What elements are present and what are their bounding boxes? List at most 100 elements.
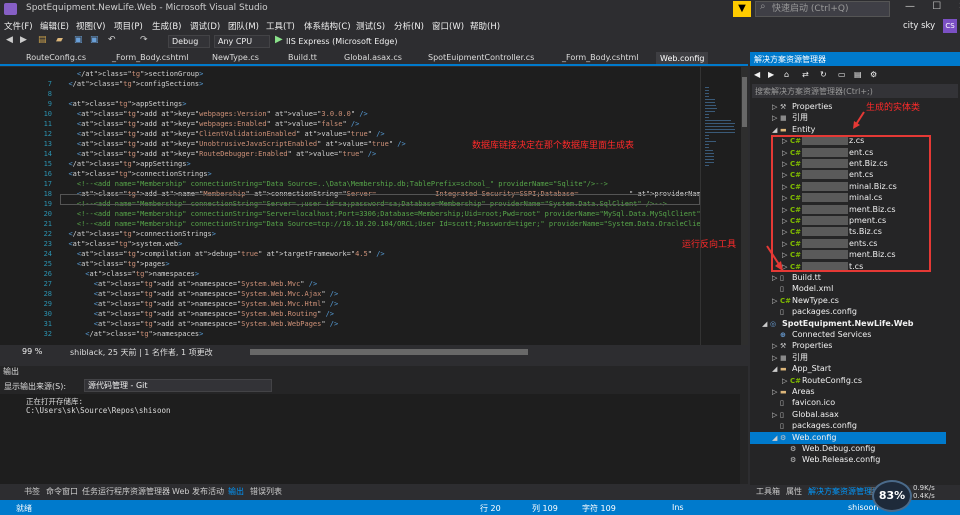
tree-item[interactable]: ◢ ▬ App_Start: [750, 363, 946, 375]
code-editor[interactable]: 7 8 9 10 11 12 13 14 15 16 17 18 19 20 21 22 23 24 25 26 27 2…: [0, 67, 700, 345]
start-debug-icon[interactable]: ▶: [275, 34, 283, 45]
tree-item[interactable]: ▷ ■ 引用: [750, 352, 946, 364]
expand-arrow-icon[interactable]: ▷: [772, 295, 780, 307]
expand-arrow-icon[interactable]: ▷: [772, 352, 780, 364]
home-icon[interactable]: ⌂: [784, 69, 789, 81]
tree-item[interactable]: ◢ ⚙ Web.config: [750, 431, 946, 444]
code-line[interactable]: <!--<add name="Membership" connectionStr…: [60, 220, 700, 228]
tab-task-runner[interactable]: 任务运行程序资源管理器: [82, 486, 170, 497]
code-line[interactable]: <!--<add name="Membership" connectionStr…: [60, 180, 608, 188]
undo-icon[interactable]: ↶: [108, 35, 116, 45]
code-line[interactable]: <at">class="tg">add at">key="webpages:En…: [60, 120, 359, 128]
code-line[interactable]: <!--<add name="Membership" connectionStr…: [60, 210, 700, 218]
menu-view[interactable]: 视图(V): [76, 20, 105, 32]
code-line[interactable]: <at">class="tg">add at">key="RouteDebugg…: [60, 150, 376, 158]
tree-item[interactable]: ◢ ▬ Entity: [750, 124, 946, 136]
code-line[interactable]: </at">class="tg">connectionStrings>: [60, 230, 216, 238]
code-line[interactable]: </at">class="tg">appSettings>: [60, 160, 190, 168]
output-source-select[interactable]: 源代码管理 - Git: [84, 379, 272, 392]
tab-build-tt[interactable]: Build.tt: [288, 53, 317, 62]
menu-project[interactable]: 项目(P): [114, 20, 143, 32]
menu-tools[interactable]: 工具(T): [266, 20, 295, 32]
tree-item[interactable]: ▯ Model.xml: [750, 283, 946, 295]
tab-global-asax[interactable]: Global.asax.cs: [344, 53, 402, 62]
menu-debug[interactable]: 调试(D): [190, 20, 220, 32]
menu-architecture[interactable]: 体系结构(C): [304, 20, 351, 32]
code-line[interactable]: <at">class="tg">add at">key="ClientValid…: [60, 130, 385, 138]
expand-arrow-icon[interactable]: ◢: [772, 363, 780, 375]
expand-arrow-icon[interactable]: ▷: [772, 112, 780, 124]
code-line[interactable]: </at">class="tg">sectionGroup>: [60, 70, 203, 78]
expand-arrow-icon[interactable]: ◢: [772, 124, 780, 136]
back-icon[interactable]: ◀: [6, 35, 13, 45]
code-line[interactable]: <at">class="tg">system.web>: [60, 240, 182, 248]
tree-item[interactable]: ▷ ▯ Build.tt: [750, 272, 946, 284]
expand-arrow-icon[interactable]: ▷: [772, 101, 780, 113]
expand-arrow-icon[interactable]: ▷: [782, 375, 790, 387]
code-line[interactable]: <at">class="tg">add at">namespace="Syste…: [60, 280, 317, 288]
sync-icon[interactable]: ⇄: [802, 69, 809, 81]
horizontal-scrollbar[interactable]: [250, 349, 528, 355]
redo-icon[interactable]: ↷: [140, 35, 148, 45]
tree-item[interactable]: ⚙ Web.Debug.config: [750, 443, 946, 455]
solution-search-input[interactable]: 搜索解决方案资源管理器(Ctrl+;): [752, 84, 958, 98]
menu-team[interactable]: 团队(M): [228, 20, 259, 32]
code-line[interactable]: </at">class="tg">namespaces>: [60, 330, 203, 338]
expand-arrow-icon[interactable]: ▷: [772, 386, 780, 398]
menu-help[interactable]: 帮助(H): [470, 20, 500, 32]
tree-item[interactable]: ▷ ⚒ Properties: [750, 340, 946, 352]
back-icon[interactable]: ◀: [754, 69, 760, 81]
menu-file[interactable]: 文件(F): [4, 20, 33, 32]
code-line[interactable]: <at">class="tg">add at">namespace="Syste…: [60, 290, 339, 298]
show-all-icon[interactable]: ▤: [854, 69, 862, 81]
properties-icon[interactable]: ⚙: [870, 69, 877, 81]
notification-filter-icon[interactable]: ▼: [733, 1, 751, 17]
tab-web-publish[interactable]: Web 发布活动: [172, 486, 224, 497]
tree-item[interactable]: ⚙ Web.Release.config: [750, 454, 946, 466]
code-line[interactable]: <at">class="tg">connectionStrings>: [60, 170, 211, 178]
expand-arrow-icon[interactable]: ▷: [772, 272, 780, 284]
code-line[interactable]: <at">class="tg">pages>: [60, 260, 170, 268]
tab-form-body-1[interactable]: _Form_Body.cshtml: [112, 53, 189, 62]
new-project-icon[interactable]: ▤: [38, 35, 47, 45]
code-line[interactable]: <at">class="tg">add at">key="Unobtrusive…: [60, 140, 406, 148]
code-line[interactable]: </at">class="tg">configSections>: [60, 80, 203, 88]
avatar[interactable]: CS: [943, 19, 957, 33]
tree-item[interactable]: ◢ ◎ SpotEquipment.NewLife.Web: [750, 318, 946, 330]
tab-toolbox[interactable]: 工具箱: [756, 486, 780, 497]
run-target-button[interactable]: IIS Express (Microsoft Edge): [286, 37, 397, 46]
tab-bookmarks[interactable]: 书签: [24, 486, 40, 497]
git-info[interactable]: shiblack, 25 天前 | 1 名作者, 1 项更改: [70, 347, 213, 358]
tab-routeconfig[interactable]: RouteConfig.cs: [26, 53, 86, 62]
menu-window[interactable]: 窗口(W): [432, 20, 464, 32]
expand-arrow-icon[interactable]: ◢: [762, 318, 770, 330]
tab-spoteuipment-controller[interactable]: SpotEuipmentController.cs: [428, 53, 534, 62]
tab-newtype[interactable]: NewType.cs: [212, 53, 259, 62]
platform-select[interactable]: Any CPU: [214, 35, 270, 48]
tab-command-window[interactable]: 命令窗口: [46, 486, 78, 497]
editor-vertical-scrollbar[interactable]: [741, 67, 748, 345]
tree-item[interactable]: ▷ ▯ Global.asax: [750, 409, 946, 421]
window-controls[interactable]: — ☐ ✕: [905, 1, 960, 12]
code-line[interactable]: <at">class="tg">add at">key="webpages:Ve…: [60, 110, 368, 118]
tab-output[interactable]: 输出: [228, 486, 244, 497]
refresh-icon[interactable]: ↻: [820, 69, 827, 81]
scroll-thumb[interactable]: [742, 77, 747, 127]
menu-analyze[interactable]: 分析(N): [394, 20, 424, 32]
minimize-icon[interactable]: —: [905, 1, 915, 12]
tab-properties[interactable]: 属性: [786, 486, 802, 497]
user-name[interactable]: city sky: [903, 21, 935, 31]
menu-build[interactable]: 生成(B): [152, 20, 181, 32]
expand-arrow-icon[interactable]: ▷: [772, 340, 780, 352]
tree-item[interactable]: ▯ packages.config: [750, 420, 946, 432]
output-body[interactable]: 正在打开存储库: C:\Users\sk\Source\Repos\shisoo…: [0, 394, 740, 484]
code-line[interactable]: <at">class="tg">add at">namespace="Syste…: [60, 300, 339, 308]
tree-item[interactable]: ▯ favicon.ico: [750, 397, 946, 409]
configuration-select[interactable]: Debug: [168, 35, 210, 48]
menu-edit[interactable]: 编辑(E): [40, 20, 69, 32]
zoom-level[interactable]: 99 %: [22, 347, 42, 356]
tree-item[interactable]: ▷ C#NewType.cs: [750, 295, 946, 307]
code-line[interactable]: <at">class="tg">appSettings>: [60, 100, 186, 108]
tab-form-body-2[interactable]: _Form_Body.cshtml: [562, 53, 639, 62]
forward-icon[interactable]: ▶: [768, 69, 774, 81]
